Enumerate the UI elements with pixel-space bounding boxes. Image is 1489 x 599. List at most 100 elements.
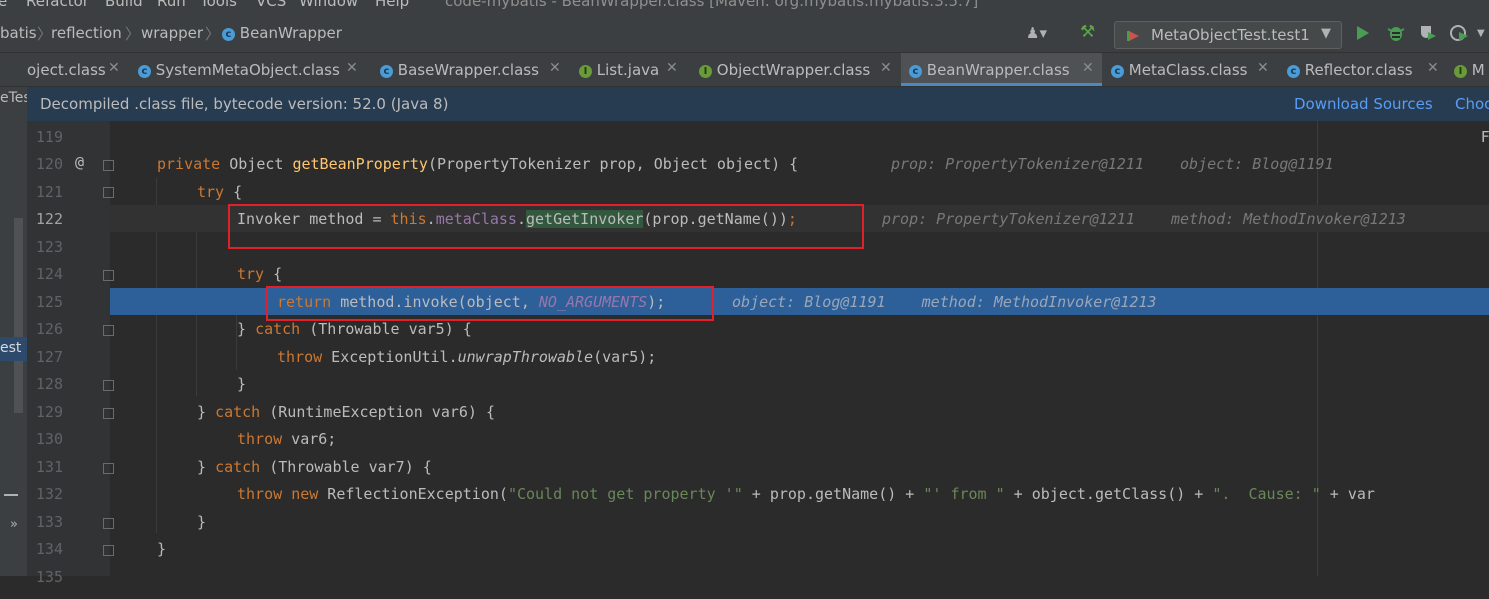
- line-number: 129: [35, 403, 63, 421]
- menu-help[interactable]: Help: [375, 0, 409, 10]
- tab-label: M: [1471, 61, 1485, 79]
- close-icon[interactable]: ✕: [346, 60, 358, 76]
- breadcrumb-wrapper[interactable]: wrapper: [141, 24, 203, 42]
- menu-edit[interactable]: e: [0, 0, 7, 10]
- class-icon: c: [222, 28, 235, 41]
- class-icon: c: [380, 65, 393, 78]
- keyword: catch: [215, 458, 261, 476]
- close-icon[interactable]: ✕: [108, 60, 120, 76]
- fold-marker-icon[interactable]: [103, 463, 114, 474]
- close-icon[interactable]: ✕: [1257, 60, 1269, 76]
- interface-icon: I: [699, 65, 712, 78]
- code-text: (var5);: [593, 348, 657, 366]
- tab-label: Reflector.class: [1304, 61, 1413, 79]
- fold-marker-icon[interactable]: [103, 270, 114, 281]
- line-number: 132: [35, 485, 63, 503]
- code-text: ExceptionUtil.: [322, 348, 458, 366]
- code-text: + var: [1320, 485, 1375, 503]
- run-configuration-select[interactable]: MetaObjectTest.test1 ▼: [1114, 21, 1342, 49]
- override-marker-icon[interactable]: @: [75, 153, 84, 171]
- line-number: 130: [35, 430, 63, 448]
- tab-reflector-class[interactable]: c Reflector.class ✕: [1281, 53, 1446, 86]
- string-literal: ". Cause: ": [1212, 485, 1321, 503]
- code-line: 131 } catch (Throwable var7) {: [0, 453, 1489, 480]
- vcs-user-icon[interactable]: ♟▾: [1026, 24, 1047, 42]
- fold-marker-icon[interactable]: [103, 518, 114, 529]
- line-number: 133: [35, 513, 63, 531]
- close-icon[interactable]: ✕: [880, 60, 892, 76]
- close-icon[interactable]: ✕: [549, 60, 561, 76]
- close-icon[interactable]: ✕: [1427, 60, 1439, 76]
- highlight-box-invoke: [266, 286, 714, 321]
- code-line: 127 throw ExceptionUtil.unwrapThrowable(…: [0, 343, 1489, 370]
- method-name: getBeanProperty: [292, 155, 428, 173]
- breadcrumb-beanwrapper[interactable]: c BeanWrapper: [222, 24, 342, 42]
- class-icon: c: [138, 65, 151, 78]
- code-text: ReflectionException(: [318, 485, 508, 503]
- line-number: 128: [35, 375, 63, 393]
- junit-config-icon: [1127, 28, 1139, 41]
- menu-vcs[interactable]: VCS: [256, 0, 286, 10]
- line-number: 135: [35, 568, 63, 586]
- code-line-current: 125 return method.invoke(object, NO_ARGU…: [0, 288, 1489, 315]
- code-line: 135: [0, 563, 1489, 590]
- tab-object-class[interactable]: oject.class ✕: [27, 53, 130, 86]
- tab-list-java[interactable]: I List.java ✕: [572, 53, 684, 86]
- menu-build[interactable]: Build: [105, 0, 143, 10]
- tab-metaclass-class[interactable]: c MetaClass.class ✕: [1106, 53, 1278, 86]
- tab-systemmetaobject-class[interactable]: c SystemMetaObject.class ✕: [131, 53, 361, 86]
- fold-marker-icon[interactable]: [103, 160, 114, 171]
- more-run-options-chevron-icon[interactable]: ▼: [1477, 28, 1485, 39]
- breadcrumb-separator-icon: 〉: [125, 25, 141, 43]
- keyword: private: [157, 155, 221, 173]
- keyword: catch: [215, 403, 261, 421]
- run-icon[interactable]: [1355, 24, 1371, 46]
- menu-window[interactable]: Window: [299, 0, 358, 10]
- highlight-box-getgetinvoker: [228, 204, 864, 249]
- code-text: }: [237, 375, 247, 393]
- string-literal: "' from ": [923, 485, 1005, 503]
- profiler-icon[interactable]: [1449, 23, 1471, 47]
- download-sources-link[interactable]: Download Sources: [1294, 95, 1433, 113]
- tab-objectwrapper-class[interactable]: I ObjectWrapper.class ✕: [692, 53, 897, 86]
- coverage-icon[interactable]: [1418, 24, 1438, 46]
- chevron-down-icon: ▼: [1321, 26, 1331, 41]
- fold-marker-icon[interactable]: [103, 380, 114, 391]
- tab-label: BaseWrapper.class: [397, 61, 539, 79]
- keyword: catch: [255, 320, 301, 338]
- menu-run[interactable]: Run: [157, 0, 186, 10]
- tab-label: MetaClass.class: [1128, 61, 1248, 79]
- debug-bug-icon[interactable]: [1386, 23, 1406, 47]
- tab-beanwrapper-class[interactable]: c BeanWrapper.class ✕: [901, 53, 1102, 86]
- menu-tools[interactable]: Tools: [200, 0, 237, 10]
- breadcrumb-reflection[interactable]: reflection: [51, 24, 122, 42]
- fold-marker-icon[interactable]: [103, 545, 114, 556]
- close-icon[interactable]: ✕: [1082, 60, 1094, 76]
- code-text: + object.getClass() +: [1004, 485, 1213, 503]
- code-text: var6;: [282, 430, 337, 448]
- tab-basewrapper-class[interactable]: c BaseWrapper.class ✕: [373, 53, 563, 86]
- class-icon: c: [1287, 65, 1300, 78]
- fold-marker-icon[interactable]: [103, 187, 114, 198]
- close-icon[interactable]: ✕: [666, 60, 678, 76]
- banner-message: Decompiled .class file, bytecode version…: [40, 95, 449, 113]
- build-hammer-icon[interactable]: ⚒: [1080, 22, 1095, 42]
- debug-inline-value: prop: PropertyTokenizer@1211 method: Met…: [882, 210, 1406, 228]
- breadcrumb-batis[interactable]: batis: [0, 24, 37, 42]
- line-number: 125: [35, 293, 63, 311]
- side-label-top: eTes: [0, 90, 27, 106]
- code-line: 134 }: [0, 535, 1489, 562]
- keyword: new: [291, 485, 319, 503]
- fold-marker-icon[interactable]: [103, 325, 114, 336]
- type: Object: [229, 155, 284, 173]
- fold-marker-icon[interactable]: [103, 408, 114, 419]
- tab-overflow[interactable]: I M: [1454, 53, 1489, 86]
- menu-bar: e Refactor Build Run Tools VCS Window He…: [0, 0, 1489, 14]
- code-line: 128 }: [0, 370, 1489, 397]
- class-icon: c: [1111, 65, 1124, 78]
- menu-refactor[interactable]: Refactor: [26, 0, 89, 10]
- choose-sources-link[interactable]: Choo: [1455, 95, 1489, 113]
- breadcrumb-beanwrapper-label: BeanWrapper: [239, 24, 342, 42]
- line-number: 122: [35, 210, 63, 228]
- tab-label: oject.class: [27, 61, 106, 79]
